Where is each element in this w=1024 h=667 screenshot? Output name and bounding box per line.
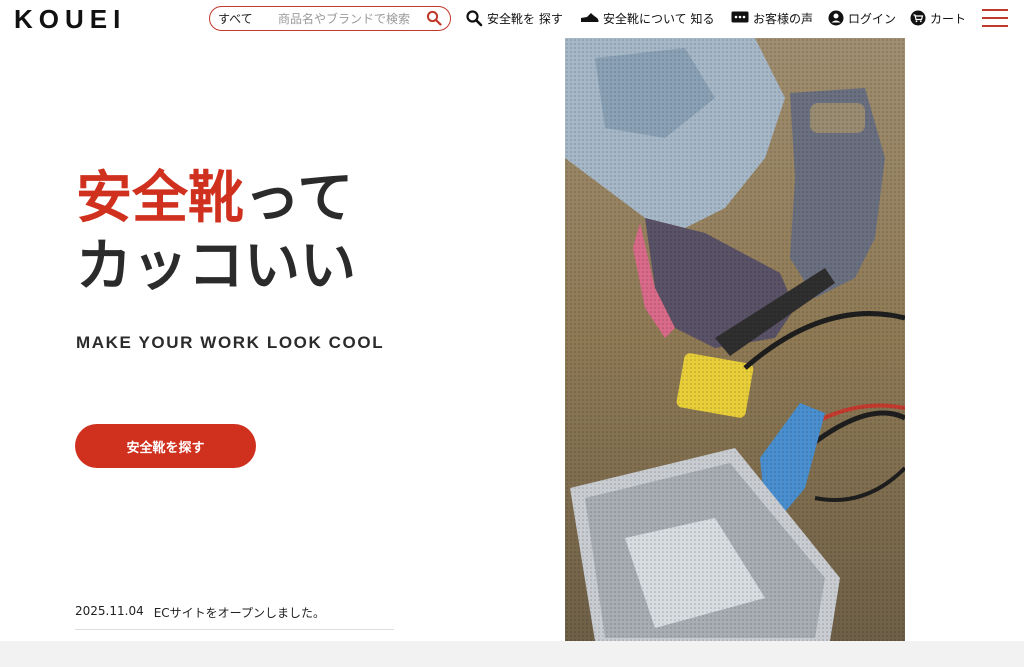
nav-cart[interactable]: カート [910,8,966,28]
brand-logo[interactable]: KOUEI [14,4,126,34]
hero-headline: 安全靴って カッコいい [76,165,356,302]
user-icon [828,10,844,26]
nav-label: ログイン [848,11,897,26]
news-text: ECサイトをオープンしました。 [153,606,325,620]
nav-label: 安全靴について 知る [603,11,715,26]
nav-learn-shoes[interactable]: 安全靴について 知る [580,8,714,28]
search-bar: すべて [209,6,451,31]
headline-rest: って [244,166,354,231]
search-scope-select[interactable]: すべて [218,10,278,27]
nav-find-shoes[interactable]: 安全靴を 探す [465,8,563,28]
find-shoes-button[interactable]: 安全靴を探す [75,424,256,468]
nav-label: お客様の声 [753,11,814,26]
news-item[interactable]: 2025.11.04 ECサイトをオープンしました。 [75,604,394,630]
shoe-icon [580,12,599,24]
nav-label: カート [930,11,967,26]
hero-photo [565,38,905,641]
nav-label: 安全靴を 探す [487,11,563,26]
hamburger-menu-icon[interactable] [982,9,1008,27]
headline-line2: カッコいい [76,234,356,300]
search-icon [465,9,483,27]
search-icon[interactable] [426,10,442,26]
news-date: 2025.11.04 [75,604,144,618]
nav-customer-voice[interactable]: お客様の声 [731,8,813,28]
nav-login[interactable]: ログイン [828,8,896,28]
search-input[interactable] [278,11,426,26]
cart-icon [910,10,926,26]
site-header: KOUEI すべて 安全靴を 探す 安全靴について 知る お客様の声 ログイン [0,0,1024,38]
hero-subline: MAKE YOUR WORK LOOK COOL [76,333,385,352]
footer-bar [0,641,1024,667]
speech-bubble-icon [731,11,749,25]
headline-accent: 安全靴 [76,166,244,231]
